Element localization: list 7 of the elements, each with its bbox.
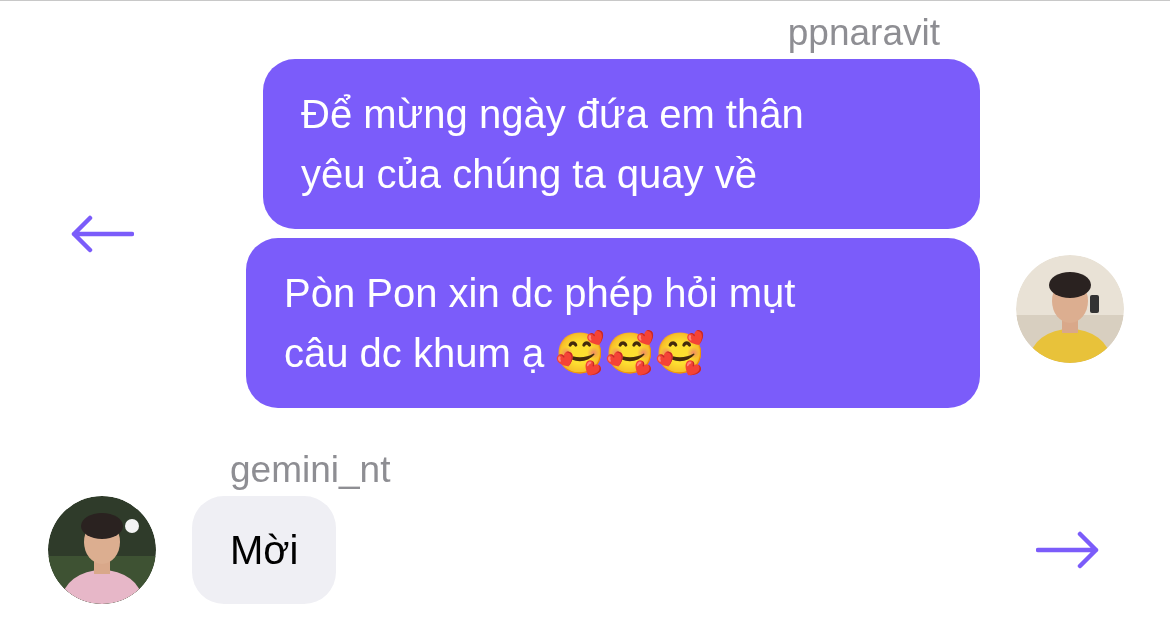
message-bubble: Mời xyxy=(192,496,337,604)
message-bubble: Pòn Pon xin dc phép hỏi mụt câu dc khum ạ 🥰🥰🥰 xyxy=(246,238,980,408)
arrow-right-icon[interactable] xyxy=(1036,530,1100,570)
sender-name: ppnaravit xyxy=(787,11,940,53)
message-bubble: Để mừng ngày đứa em thân yêu của chúng ta quay về xyxy=(263,59,980,229)
arrow-left-icon[interactable] xyxy=(70,213,134,254)
sender-name: gemini_nt xyxy=(230,449,391,490)
